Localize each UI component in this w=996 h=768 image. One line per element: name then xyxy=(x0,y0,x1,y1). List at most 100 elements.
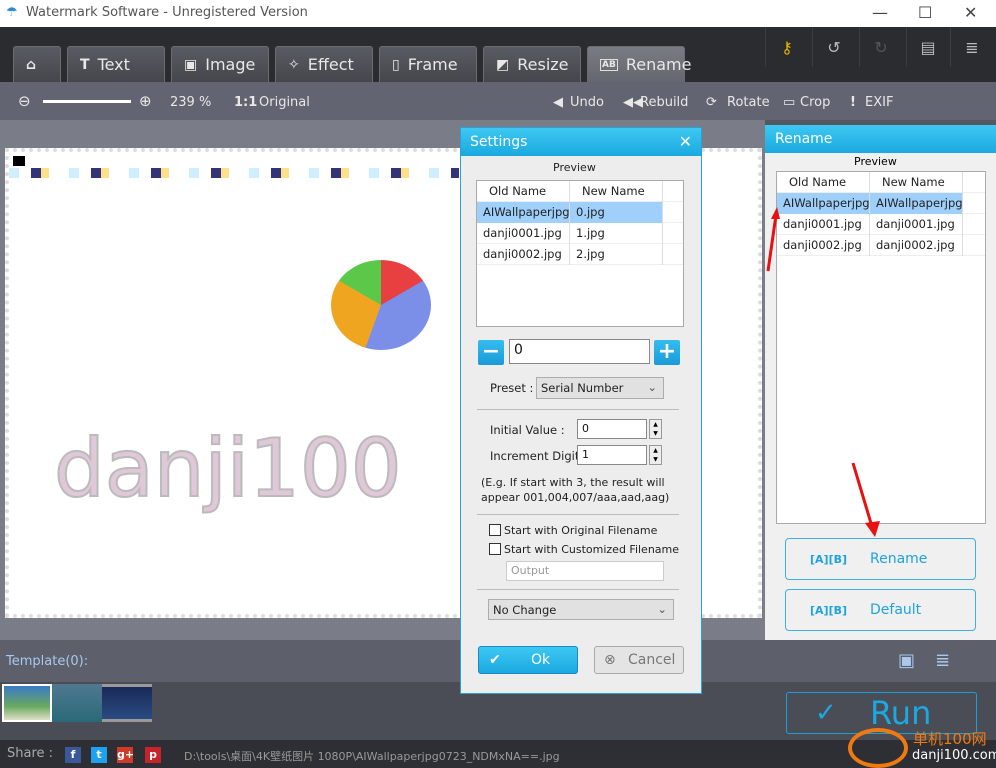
column-header: New Name xyxy=(870,171,963,193)
crop-icon: ▭ xyxy=(783,95,796,110)
app-icon: ☂ xyxy=(6,5,18,20)
document-icon: ≣ xyxy=(965,37,979,57)
save-template-icon[interactable]: ▣ xyxy=(898,650,915,671)
zoom-slider[interactable] xyxy=(43,100,131,103)
rename-panel: Rename Preview Old Name New Name AIWallpa… xyxy=(765,125,996,640)
rotate-icon: ⟳ xyxy=(706,95,717,110)
cancel-button[interactable]: ⊗ Cancel xyxy=(594,646,684,674)
tab-rename[interactable]: AB Rename xyxy=(587,46,691,82)
site-logo-text: 单机100网 xyxy=(913,730,987,748)
tab-resize[interactable]: ◩ Resize xyxy=(483,46,581,82)
close-button[interactable]: ✕ xyxy=(964,3,977,22)
customized-filename-checkbox[interactable] xyxy=(489,543,501,555)
original-size-button[interactable]: Original xyxy=(259,95,310,110)
original-filename-label: Start with Original Filename xyxy=(504,524,658,537)
zoom-in-icon[interactable]: ⊕ xyxy=(139,92,152,110)
thumbnail[interactable] xyxy=(52,684,102,722)
table-row[interactable]: danji0001.jpg 1.jpg xyxy=(477,222,683,244)
initial-value-input[interactable]: 0 xyxy=(577,419,647,439)
pinterest-icon[interactable]: p xyxy=(145,747,161,763)
template-label: Template(0): xyxy=(6,654,89,669)
chevron-down-icon: ⌄ xyxy=(647,380,657,394)
preview-label: Preview xyxy=(553,161,596,174)
original-size-icon[interactable]: 1:1 xyxy=(234,95,257,110)
chat-icon: ▤ xyxy=(920,37,936,57)
output-filename-input[interactable]: Output xyxy=(506,561,664,581)
table-row[interactable]: danji0002.jpg 2.jpg xyxy=(477,243,683,265)
share-label: Share : xyxy=(7,746,54,761)
rotate-button[interactable]: Rotate xyxy=(727,95,770,110)
table-row[interactable]: AIWallpaperjpg0723AIWallpaperjpg0723 xyxy=(777,192,985,214)
redo-history-button[interactable]: ↻ xyxy=(859,27,902,67)
tab-frame[interactable]: ▯ Frame xyxy=(379,46,477,82)
magic-wand-icon: ✧ xyxy=(288,56,300,73)
table-row[interactable]: danji0001.jpg danji0001.jpg xyxy=(777,213,985,235)
increment-button[interactable]: + xyxy=(654,340,680,365)
preset-select[interactable]: Serial Number ⌄ xyxy=(536,377,664,399)
register-key-button[interactable]: ⚷ xyxy=(765,27,808,67)
increment-digit-input[interactable]: 1 xyxy=(577,445,647,465)
settings-preview-table: Old NameNew Name AIWallpaperjpg070.jpg d… xyxy=(476,180,684,327)
table-row[interactable]: danji0002.jpg danji0002.jpg xyxy=(777,234,985,256)
thumbnail[interactable] xyxy=(2,684,52,722)
increment-digit-label: Increment Digit : xyxy=(490,449,587,463)
decrement-button[interactable]: − xyxy=(478,340,504,365)
rename-ab-icon: [A][B] xyxy=(810,552,848,566)
google-plus-icon[interactable]: g+ xyxy=(117,747,134,763)
tab-image[interactable]: ▣ Image xyxy=(171,46,269,82)
exif-icon: ! xyxy=(850,95,856,110)
divider xyxy=(477,589,679,590)
original-filename-checkbox[interactable] xyxy=(489,524,501,536)
pie-chart-logo xyxy=(331,260,431,350)
undo-icon: ◀ xyxy=(553,95,563,110)
zoom-level: 239 % xyxy=(170,95,212,110)
title-bar: ☂ Watermark Software - Unregistered Vers… xyxy=(0,0,996,27)
site-logo-url: danji100.com xyxy=(912,748,996,763)
dialog-close-icon[interactable]: ✕ xyxy=(679,132,692,151)
run-icon: ✓ xyxy=(815,698,837,728)
file-path: D:\tools\桌面\4K壁纸图片 1080P\AIWallpaperjpg0… xyxy=(184,750,560,763)
sub-toolbar: ⊖ ⊕ 239 % 1:1 Original ◀ Undo ◀◀ Rebuild ⟳… xyxy=(0,82,996,120)
exif-button[interactable]: EXIF xyxy=(865,95,893,110)
key-icon: ⚷ xyxy=(781,37,793,57)
resize-icon: ◩ xyxy=(496,56,510,73)
rebuild-button[interactable]: Rebuild xyxy=(640,95,688,110)
ok-button[interactable]: ✔ Ok xyxy=(478,646,578,674)
undo-history-button[interactable]: ↺ xyxy=(812,27,855,67)
redo-icon: ↻ xyxy=(874,37,888,57)
maximize-button[interactable]: ☐ xyxy=(918,3,932,22)
home-icon: ⌂ xyxy=(26,56,37,73)
table-row[interactable]: AIWallpaperjpg070.jpg xyxy=(477,201,683,223)
initial-value-spinner[interactable]: ▲ ▼ xyxy=(649,419,662,439)
site-logo-icon xyxy=(848,728,908,768)
settings-title-bar: Settings ✕ xyxy=(461,128,701,156)
tab-effect[interactable]: ✧ Effect xyxy=(275,46,373,82)
example-text: (E.g. If start with 3, the result will a… xyxy=(481,476,670,504)
log-button[interactable]: ≣ xyxy=(950,27,993,67)
divider xyxy=(477,409,679,410)
zoom-out-icon[interactable]: ⊖ xyxy=(18,92,31,110)
undo-icon: ↺ xyxy=(827,37,841,57)
crop-button[interactable]: Crop xyxy=(800,95,830,110)
pixel-strip xyxy=(9,168,459,178)
preset-label: Preset : xyxy=(490,381,534,395)
undo-button[interactable]: Undo xyxy=(570,95,604,110)
feedback-button[interactable]: ▤ xyxy=(906,27,949,67)
default-button[interactable]: [A][B] Default xyxy=(785,589,976,631)
rename-panel-title: Rename xyxy=(765,125,996,153)
load-template-icon[interactable]: ≣ xyxy=(935,650,950,671)
tab-home[interactable]: ⌂ xyxy=(13,46,61,82)
increment-digit-spinner[interactable]: ▲ ▼ xyxy=(649,445,662,465)
minimize-button[interactable]: — xyxy=(872,3,888,22)
default-ab-icon: [A][B] xyxy=(810,603,848,617)
column-header: Old Name xyxy=(777,171,870,193)
initial-value-label: Initial Value : xyxy=(490,423,565,437)
twitter-icon[interactable]: t xyxy=(91,747,107,763)
tab-text[interactable]: T Text xyxy=(67,46,165,82)
rename-button[interactable]: [A][B] Rename xyxy=(785,538,976,580)
value-input[interactable]: 0 xyxy=(509,339,650,364)
facebook-icon[interactable]: f xyxy=(65,747,81,763)
case-select[interactable]: No Change ⌄ xyxy=(488,599,674,620)
thumbnail[interactable] xyxy=(102,684,152,722)
status-bar: Share : f t g+ p D:\tools\桌面\4K壁纸图片 1080… xyxy=(0,728,996,768)
